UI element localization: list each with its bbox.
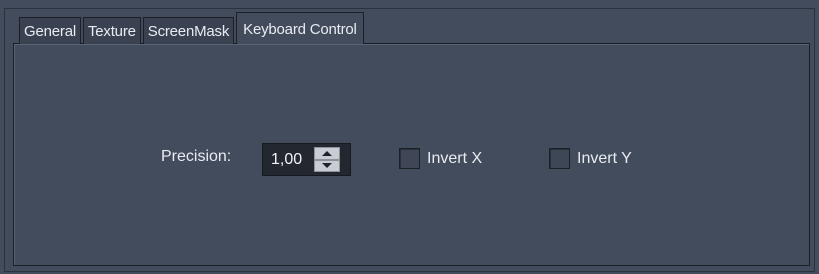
precision-spinbox[interactable]: 1,00: [262, 143, 351, 176]
decrement-button[interactable]: [314, 159, 340, 172]
tab-general[interactable]: General: [19, 17, 81, 44]
increment-button[interactable]: [314, 147, 340, 160]
invert-y-checkbox[interactable]: [549, 148, 570, 169]
invert-x-option[interactable]: Invert X: [399, 148, 482, 169]
precision-value[interactable]: 1,00: [271, 151, 302, 169]
tab-screenmask[interactable]: ScreenMask: [142, 17, 235, 44]
arrow-down-icon: [322, 163, 332, 169]
precision-label: Precision:: [161, 148, 232, 165]
invert-x-label: Invert X: [427, 149, 483, 167]
invert-y-option[interactable]: Invert Y: [549, 148, 632, 169]
tab-strip: General Texture ScreenMask Keyboard Cont…: [19, 12, 366, 44]
tab-texture[interactable]: Texture: [82, 17, 141, 44]
invert-y-label: Invert Y: [577, 149, 632, 167]
invert-x-checkbox[interactable]: [399, 148, 420, 169]
arrow-up-icon: [322, 150, 332, 156]
tab-keyboard-control[interactable]: Keyboard Control: [236, 12, 364, 44]
precision-spin-buttons: [314, 147, 340, 172]
keyboard-control-panel: Precision: 1,00 Invert X Invert Y: [13, 43, 810, 266]
properties-window: Precision: 1,00 Invert X Invert Y Genera…: [0, 0, 819, 274]
